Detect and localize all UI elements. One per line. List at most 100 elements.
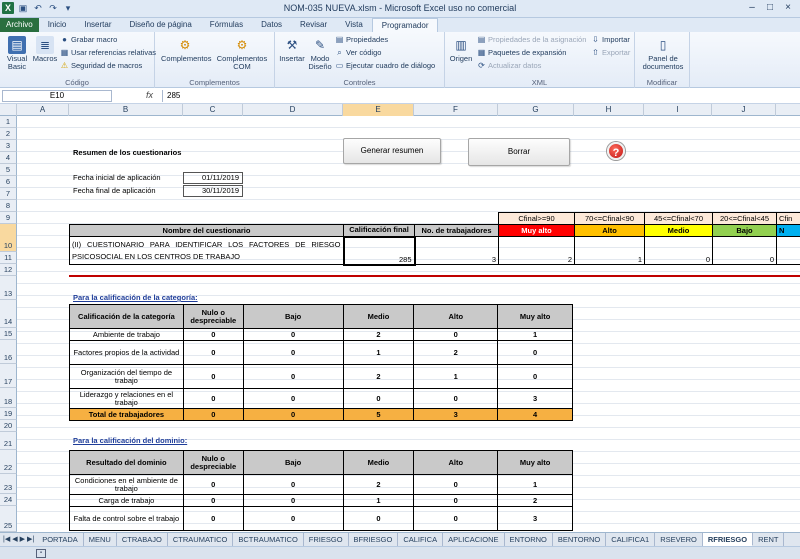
fecha-inicial-cell[interactable]: 01/11/2019 — [183, 172, 243, 184]
row-header[interactable]: 6 — [0, 176, 17, 188]
row-header[interactable]: 23 — [0, 474, 17, 494]
maximize-icon[interactable]: □ — [762, 2, 778, 14]
row-header[interactable]: 1 — [0, 116, 17, 128]
row-header[interactable]: 16 — [0, 340, 17, 364]
row-header[interactable]: 24 — [0, 494, 17, 506]
cuestionario-name[interactable]: (II) CUESTIONARIO PARA IDENTIFICAR LOS F… — [69, 236, 344, 265]
column-header-j[interactable]: J — [712, 104, 776, 116]
row-header[interactable]: 4 — [0, 152, 17, 164]
seguridad-macros-button[interactable]: ⚠ Seguridad de macros — [60, 61, 142, 71]
row-header[interactable]: 19 — [0, 408, 17, 420]
row-header[interactable]: 18 — [0, 388, 17, 408]
tab-inicio[interactable]: Inicio — [39, 18, 76, 32]
macros-button[interactable]: ≣ Macros — [32, 36, 58, 63]
sheet-tab-califica1[interactable]: CALIFICA1 — [606, 533, 656, 546]
propiedades-asignacion-button[interactable]: ▤ Propiedades de la asignación — [477, 35, 587, 45]
column-header-h[interactable]: H — [574, 104, 644, 116]
tab-revisar[interactable]: Revisar — [291, 18, 336, 32]
insertar-control-button[interactable]: ⚒ Insertar — [278, 36, 306, 63]
sheet-tab-rsevero[interactable]: RSEVERO — [655, 533, 703, 546]
sheet-tab-bentorno[interactable]: BENTORNO — [553, 533, 607, 546]
row-header[interactable]: 21 — [0, 432, 17, 450]
tab-formulas[interactable]: Fórmulas — [201, 18, 252, 32]
row-header[interactable]: 5 — [0, 164, 17, 176]
row-header[interactable]: 3 — [0, 140, 17, 152]
worksheet-grid[interactable]: Resumen de los cuestionarios Fecha inici… — [17, 116, 800, 532]
close-icon[interactable]: × — [780, 2, 796, 14]
paquetes-expansion-button[interactable]: ▦ Paquetes de expansión — [477, 48, 567, 58]
row-header[interactable]: 17 — [0, 364, 17, 388]
tab-archivo[interactable]: Archivo — [0, 18, 39, 32]
propiedades-button[interactable]: ▤ Propiedades — [335, 35, 388, 45]
column-header-d[interactable]: D — [243, 104, 343, 116]
tab-vista[interactable]: Vista — [336, 18, 372, 32]
row-header[interactable]: 11 — [0, 252, 17, 264]
generar-resumen-button[interactable]: Generar resumen — [343, 138, 441, 164]
sheet-tab-friesgo[interactable]: FRIESGO — [304, 533, 349, 546]
usar-referencias-button[interactable]: ▦ Usar referencias relativas — [60, 48, 156, 58]
row-header[interactable]: 2 — [0, 128, 17, 140]
help-icon[interactable]: ? — [607, 142, 625, 160]
row-header[interactable]: 7 — [0, 188, 17, 200]
sheet-tab-menu[interactable]: MENU — [84, 533, 117, 546]
column-header-e[interactable]: E — [343, 104, 414, 116]
actualizar-datos-button[interactable]: ⟳ Actualizar datos — [477, 61, 541, 71]
row-header[interactable]: 20 — [0, 420, 17, 432]
sheet-tab-portada[interactable]: PORTADA — [37, 533, 84, 546]
sheet-tab-ctraumatico[interactable]: CTRAUMATICO — [168, 533, 234, 546]
trabajadores-cell[interactable]: 3 — [414, 236, 499, 265]
ver-codigo-button[interactable]: ⌕ Ver código — [335, 48, 381, 58]
column-header-g[interactable]: G — [498, 104, 574, 116]
sheet-tab-entorno[interactable]: ENTORNO — [505, 533, 553, 546]
ejecutar-cuadro-button[interactable]: ▭ Ejecutar cuadro de diálogo — [335, 61, 436, 71]
sheet-tab-califica[interactable]: CALIFICA — [398, 533, 444, 546]
column-header-i[interactable]: I — [644, 104, 712, 116]
visual-basic-button[interactable]: ▤ Visual Basic — [3, 36, 31, 71]
medio-count[interactable]: 0 — [644, 236, 713, 265]
select-all-corner[interactable] — [0, 104, 17, 116]
calificacion-final-cell[interactable]: 285 — [342, 235, 416, 266]
complementos-com-button[interactable]: ⚙ Complementos COM — [215, 36, 269, 71]
sheet-tab-rfriesgo[interactable]: RFRIESGO — [702, 533, 754, 546]
next-sheet-icon[interactable]: ▶ — [20, 533, 25, 546]
sheet-tab-bfriesgo[interactable]: BFRIESGO — [349, 533, 399, 546]
sheet-tab-rent[interactable]: RENT — [753, 533, 785, 546]
row-header[interactable]: 12 — [0, 264, 17, 276]
bajo-count[interactable]: 0 — [712, 236, 777, 265]
row-header[interactable]: 8 — [0, 200, 17, 212]
importar-button[interactable]: ⇩ Importar — [591, 35, 630, 45]
formula-input[interactable]: 285 — [162, 90, 798, 102]
complementos-button[interactable]: ⚙ Complementos — [161, 36, 211, 63]
first-sheet-icon[interactable]: |◀ — [3, 533, 10, 546]
row-header[interactable]: 22 — [0, 450, 17, 474]
modo-diseno-button[interactable]: ✎ Modo Diseño — [307, 36, 333, 71]
column-header-f[interactable]: F — [414, 104, 498, 116]
row-header[interactable]: 14 — [0, 300, 17, 328]
muy-alto-count[interactable]: 2 — [498, 236, 575, 265]
macro-record-status-icon[interactable]: ▪ — [36, 549, 46, 558]
tab-diseno-pagina[interactable]: Diseño de página — [121, 18, 201, 32]
tab-insertar[interactable]: Insertar — [75, 18, 120, 32]
tab-programador[interactable]: Programador — [371, 18, 439, 32]
name-box[interactable]: E10 — [2, 90, 112, 102]
alto-count[interactable]: 1 — [574, 236, 645, 265]
column-header-c[interactable]: C — [183, 104, 243, 116]
sheet-tab-aplicacione[interactable]: APLICACIONE — [443, 533, 505, 546]
prev-sheet-icon[interactable]: ◀ — [12, 533, 17, 546]
last-sheet-icon[interactable]: ▶| — [27, 533, 34, 546]
exportar-button[interactable]: ⇧ Exportar — [591, 48, 630, 58]
row-header[interactable]: 10 — [0, 224, 17, 252]
column-header-a[interactable]: A — [17, 104, 69, 116]
borrar-button[interactable]: Borrar — [468, 138, 570, 166]
sheet-tab-bctraumatico[interactable]: BCTRAUMATICO — [233, 533, 304, 546]
row-header[interactable]: 13 — [0, 276, 17, 300]
fecha-final-cell[interactable]: 30/11/2019 — [183, 185, 243, 197]
row-header[interactable]: 15 — [0, 328, 17, 340]
row-header[interactable]: 9 — [0, 212, 17, 224]
grabar-macro-button[interactable]: ● Grabar macro — [60, 35, 117, 45]
column-header-b[interactable]: B — [69, 104, 183, 116]
tab-datos[interactable]: Datos — [252, 18, 291, 32]
origen-button[interactable]: ▥ Origen — [448, 36, 474, 63]
minimize-icon[interactable]: – — [744, 2, 760, 14]
sheet-tab-ctrabajo[interactable]: CTRABAJO — [117, 533, 168, 546]
